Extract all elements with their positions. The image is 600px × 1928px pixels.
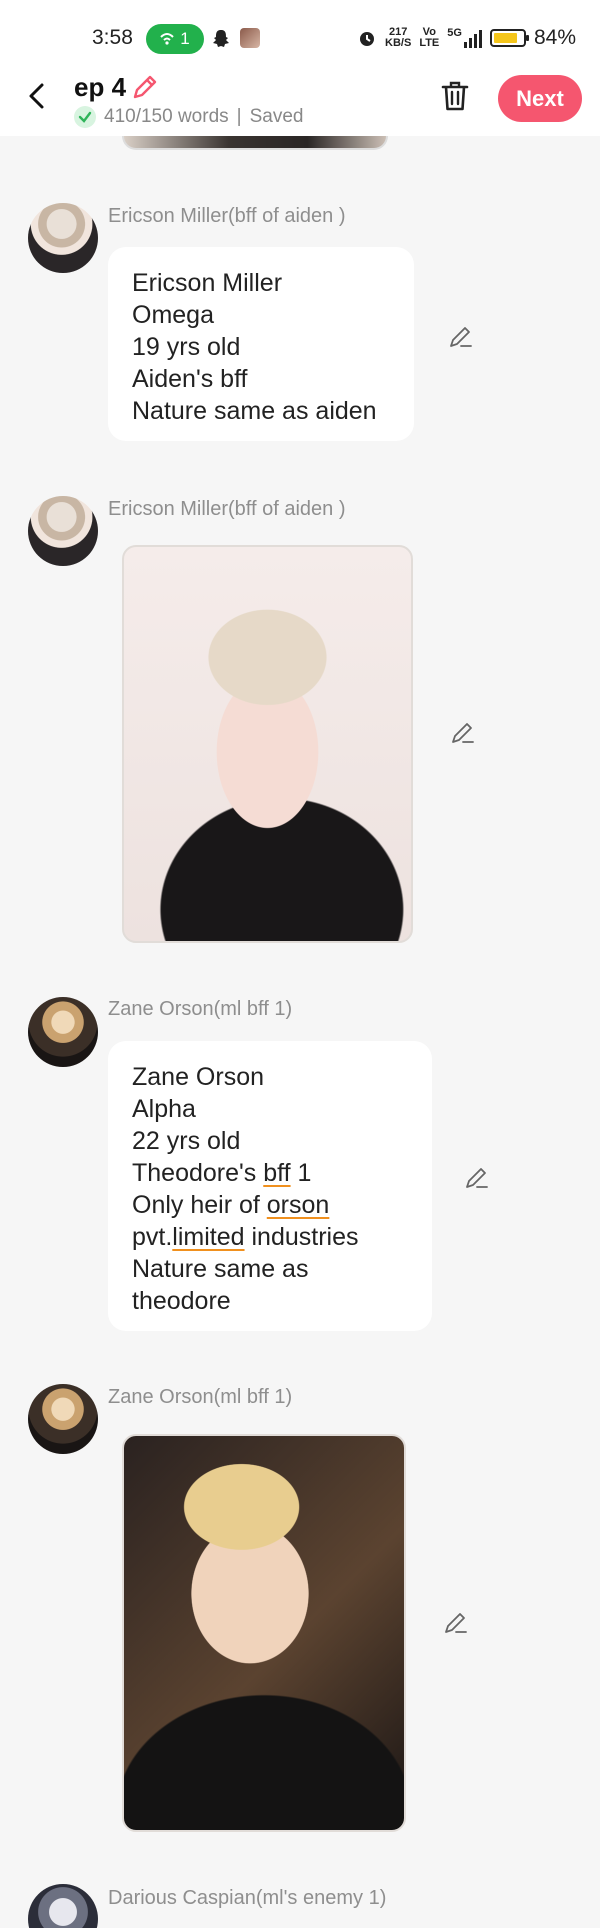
character-name: Zane Orson(ml bff 1): [108, 998, 293, 1020]
hotspot-icon: [160, 33, 174, 45]
alarm-icon: [360, 32, 375, 46]
hotspot-badge: 1: [146, 24, 204, 54]
character-name: Ericson Miller(bff of aiden ): [108, 205, 346, 227]
avatar[interactable]: [28, 496, 98, 566]
message-line: Ericson Miller: [132, 269, 283, 297]
message-line: Theodore's bff 1: [132, 1159, 312, 1187]
message-line: Aiden's bff: [132, 365, 248, 393]
status-bar: 3:58 1 217 KB/S Vo LTE 5G 84%: [0, 0, 600, 66]
story-feed[interactable]: Ericson Miller(bff of aiden ) Ericson Mi…: [0, 136, 600, 1928]
saved-check-icon: [74, 106, 96, 128]
episode-title: ep 4: [74, 72, 127, 102]
avatar[interactable]: [28, 1384, 98, 1454]
edit-message-icon[interactable]: [448, 324, 474, 350]
spellcheck-word[interactable]: limited: [172, 1223, 244, 1251]
save-status-row: 410/150 words | Saved: [74, 106, 303, 128]
spellcheck-word[interactable]: orson: [267, 1191, 330, 1219]
character-name: Ericson Miller(bff of aiden ): [108, 498, 346, 520]
avatar[interactable]: [28, 203, 98, 273]
system-indicators: 217 KB/S Vo LTE 5G 84%: [357, 26, 576, 50]
character-image[interactable]: [122, 1434, 406, 1832]
previous-image-card[interactable]: [122, 136, 388, 150]
status-time: 3:58: [92, 26, 133, 49]
message-line: Only heir of orson: [132, 1191, 330, 1219]
word-count: 410/150 words: [104, 106, 229, 127]
message-line: theodore: [132, 1287, 231, 1315]
signal-icon: 5G: [447, 28, 482, 48]
message-line: Nature same as aiden: [132, 397, 377, 425]
message-line: Alpha: [132, 1095, 196, 1123]
character-name: Darious Caspian(ml's enemy 1): [108, 1887, 387, 1909]
edit-message-icon[interactable]: [443, 1610, 469, 1636]
edit-message-icon[interactable]: [450, 720, 476, 746]
message-line: Nature same as: [132, 1255, 309, 1283]
message-line: Zane Orson: [132, 1063, 265, 1091]
character-name: Zane Orson(ml bff 1): [108, 1386, 293, 1408]
battery-icon: [489, 29, 529, 47]
message-bubble[interactable]: Ericson Miller Omega 19 yrs old Aiden's …: [108, 247, 414, 441]
message-line: 22 yrs old: [132, 1127, 241, 1155]
avatar[interactable]: [28, 997, 98, 1067]
message-line: Omega: [132, 301, 214, 329]
hotspot-count: 1: [180, 29, 190, 48]
spellcheck-word[interactable]: bff: [263, 1159, 290, 1187]
edit-title-icon[interactable]: [130, 72, 160, 102]
message-line: 19 yrs old: [132, 333, 241, 361]
net-speed: 217 KB/S: [385, 26, 412, 49]
battery-percent: 84%: [533, 26, 576, 49]
status-separator: |: [236, 106, 242, 127]
top-bar: 3:58 1 217 KB/S Vo LTE 5G 84% ep 4 410/1…: [0, 0, 600, 136]
trash-icon[interactable]: [440, 80, 470, 112]
next-button[interactable]: Next: [498, 75, 582, 122]
edit-message-icon[interactable]: [464, 1165, 490, 1191]
app-thumbnail-icon: [240, 28, 260, 48]
save-status: Saved: [249, 106, 304, 127]
volte-indicator: Vo LTE: [419, 26, 440, 49]
back-arrow-icon[interactable]: [24, 82, 52, 110]
avatar[interactable]: [28, 1884, 98, 1928]
character-image[interactable]: [122, 545, 413, 943]
message-bubble[interactable]: Zane Orson Alpha 22 yrs old Theodore's b…: [108, 1041, 432, 1331]
message-line: pvt.limited industries: [132, 1223, 359, 1251]
snapchat-icon: [213, 30, 229, 47]
